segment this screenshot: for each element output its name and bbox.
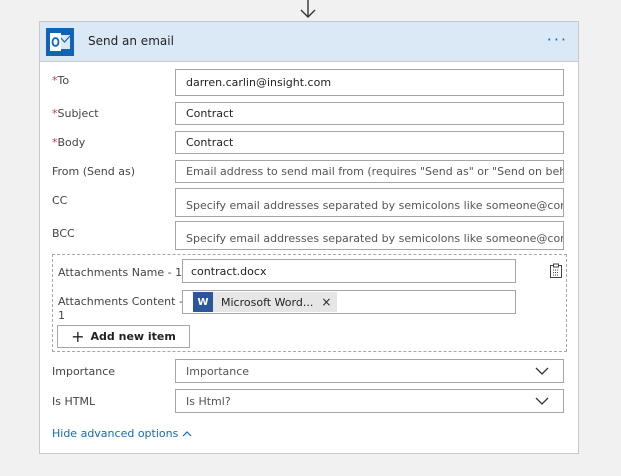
cc-label: CC (52, 194, 68, 207)
add-new-item-label: Add new item (90, 330, 176, 343)
dynamic-content-chip[interactable]: W Microsoft Word... × (193, 292, 338, 312)
subject-field[interactable]: Contract (175, 102, 564, 125)
chevron-down-icon (535, 367, 549, 375)
plus-icon: + (71, 326, 85, 346)
word-icon: W (193, 292, 213, 312)
is-html-label: Is HTML (52, 395, 96, 408)
card-header[interactable]: Send an email ··· (40, 22, 578, 62)
importance-dropdown[interactable]: Importance (175, 359, 564, 383)
chevron-up-icon (182, 430, 192, 436)
more-options-button[interactable]: ··· (547, 32, 568, 48)
from-label: From (Send as) (52, 165, 136, 178)
clipboard-icon[interactable] (548, 263, 564, 279)
add-new-item-button[interactable]: + Add new item (57, 325, 190, 348)
attachments-name-label: Attachments Name - 1 (58, 266, 183, 279)
attachments-content-label: Attachments Content - 1 (58, 295, 183, 322)
body-label: *Body (52, 136, 86, 149)
subject-label: *Subject (52, 107, 99, 120)
body-field[interactable]: Contract (175, 131, 564, 154)
attachments-content-field[interactable]: W Microsoft Word... × (182, 290, 516, 314)
remove-chip-icon[interactable]: × (321, 295, 331, 309)
attachments-name-field[interactable]: contract.docx (182, 259, 516, 283)
bcc-field[interactable]: Specify email addresses separated by sem… (175, 221, 564, 250)
send-email-card: Send an email ··· *To darren.carlin@insi… (39, 21, 579, 454)
to-label: *To (52, 74, 70, 87)
from-field[interactable]: Email address to send mail from (require… (175, 160, 564, 183)
hide-advanced-options-link[interactable]: Hide advanced options (52, 427, 192, 440)
to-field[interactable]: darren.carlin@insight.com (175, 69, 564, 96)
attachments-group: Attachments Name - 1 contract.docx Attac… (52, 254, 567, 352)
card-title: Send an email (88, 34, 174, 48)
chip-label: Microsoft Word... (221, 295, 314, 309)
bcc-label: BCC (52, 227, 75, 240)
outlook-icon (46, 28, 74, 56)
arrow-down-icon (300, 0, 316, 18)
chevron-down-icon (535, 397, 549, 405)
is-html-dropdown[interactable]: Is Html? (175, 389, 564, 413)
cc-field[interactable]: Specify email addresses separated by sem… (175, 188, 564, 217)
importance-label: Importance (52, 365, 116, 378)
